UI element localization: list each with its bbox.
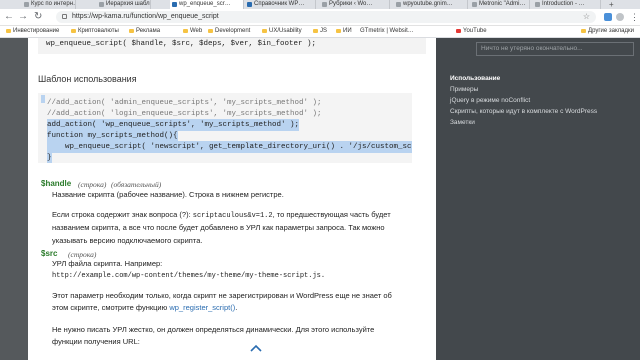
toc-item-examples[interactable]: Примеры <box>450 86 478 93</box>
param-handle-note-line3: указывать версию подключаемого скрипта. <box>52 236 203 245</box>
function-signature: wp_enqueue_script( $handle, $src, $deps,… <box>38 38 426 54</box>
tab-metronic[interactable]: Metronic "Admi… <box>470 0 530 9</box>
inline-code: scriptaculous&v=1.2 <box>192 212 273 220</box>
code-line: wp_enqueue_script( 'newscript', get_temp… <box>47 141 412 153</box>
bookmarks-bar: Инвестирование Криптовалюты Реклама Web … <box>0 26 640 38</box>
param-handle-required: (обязательный) <box>111 180 162 189</box>
scroll-to-top-icon[interactable] <box>250 342 262 354</box>
tab-wpyoutube[interactable]: wpyoutube.gnim… <box>394 0 468 9</box>
reload-icon[interactable]: ↻ <box>34 11 42 23</box>
tab-template-hierarchy[interactable]: Иерархия шабл… <box>97 0 151 9</box>
toc-item-bundled-scripts[interactable]: Скрипты, которые идут в комплекте с Word… <box>450 108 597 115</box>
menu-icon[interactable]: ⋮ <box>630 11 639 23</box>
page: wp_enqueue_script( $handle, $src, $deps,… <box>0 38 640 360</box>
param-src-desc: УРЛ файла скрипта. Например: <box>52 259 163 268</box>
wp-register-script-link[interactable]: wp_register_script() <box>169 303 235 312</box>
param-handle-note-line2: названием скрипта, а все что после будет… <box>52 223 385 232</box>
param-src-example: http://example.com/wp-content/themes/my-… <box>52 272 326 280</box>
param-src-name: $src <box>41 249 58 258</box>
note-text: этом скрипте, смотрите функцию <box>52 303 170 312</box>
sidebar-search-input[interactable]: Ничто не утеряно окончательно... <box>476 42 634 56</box>
bookmark-item[interactable]: JS <box>313 26 327 37</box>
left-gutter <box>0 38 28 360</box>
tab-course[interactable]: Курс по интерн… <box>22 0 76 9</box>
param-handle-note-line1: Если строка содержит знак вопроса (?): s… <box>52 209 391 222</box>
toc-item-jquery-noconflict[interactable]: jQuery в режиме noConflict <box>450 97 530 104</box>
param-handle-name: $handle <box>41 179 72 188</box>
sidebar: Ничто не утеряно окончательно... Использ… <box>436 38 640 360</box>
article-content: wp_enqueue_script( $handle, $src, $deps,… <box>28 38 436 360</box>
new-tab-button[interactable]: + <box>609 0 614 9</box>
browser-toolbar: ← → ↻ https://wp-kama.ru/function/wp_enq… <box>0 9 640 26</box>
lock-icon <box>62 14 67 19</box>
bookmark-item[interactable]: GTmetrix | Websit… <box>360 26 414 37</box>
param-handle-desc: Название скрипта (рабочее название). Стр… <box>52 190 284 199</box>
bookmark-item[interactable]: Реклама <box>129 26 160 37</box>
param-handle-type: (строка) <box>78 180 107 189</box>
bookmark-item[interactable]: Development <box>208 26 250 37</box>
param-src-note2-line2: функции получения URL: <box>52 337 140 346</box>
tab-strip: Курс по интерн… Иерархия шабл… wp_enqueu… <box>0 0 640 9</box>
bookmark-item[interactable]: ИИ <box>336 26 352 37</box>
forward-icon[interactable]: → <box>18 11 28 23</box>
note-text: Если строка содержит знак вопроса (?): <box>52 210 193 219</box>
toc-item-usage[interactable]: Использование <box>450 75 500 82</box>
toc-item-notes[interactable]: Заметки <box>450 119 475 126</box>
tab-introduction[interactable]: Introduction - … <box>533 0 601 9</box>
note-text: . <box>235 303 238 312</box>
tab-wp-reference[interactable]: Справочник WP… <box>245 0 316 9</box>
back-icon[interactable]: ← <box>4 11 14 23</box>
bookmark-item[interactable]: Инвестирование <box>6 26 59 37</box>
bookmark-item[interactable]: Web <box>183 26 202 37</box>
section-title: Шаблон использования <box>38 74 137 84</box>
bookmark-other[interactable]: Другие закладки <box>581 26 634 37</box>
url-text[interactable]: https://wp-kama.ru/function/wp_enqueue_s… <box>72 11 219 23</box>
bookmark-item[interactable]: UX/Usability <box>262 26 302 37</box>
selection-marker <box>41 95 45 103</box>
param-src-note2-line1: Не нужно писать УРЛ жестко, он должен оп… <box>52 325 375 334</box>
tab-categories[interactable]: Рубрики ‹ Wo… <box>320 0 390 9</box>
bookmark-item[interactable]: YouTube <box>456 26 487 37</box>
param-src-note-line2: этом скрипте, смотрите функцию wp_regist… <box>52 302 237 314</box>
code-line: } <box>47 152 52 163</box>
param-src-note-line1: Этот параметр необходим только, когда ск… <box>52 291 392 300</box>
tab-wp-enqueue-script[interactable]: wp_enqueue_scr… <box>170 0 244 9</box>
note-text: , то предшествующая часть будет <box>272 210 391 219</box>
bookmark-item[interactable]: Криптовалюты <box>71 26 119 37</box>
bookmark-star-icon[interactable]: ☆ <box>583 11 590 23</box>
address-bar[interactable]: https://wp-kama.ru/function/wp_enqueue_s… <box>56 11 596 23</box>
extension-icon[interactable] <box>604 13 612 21</box>
profile-avatar[interactable] <box>616 13 624 21</box>
code-block: //add_action( 'admin_enqueue_scripts', '… <box>38 93 412 163</box>
